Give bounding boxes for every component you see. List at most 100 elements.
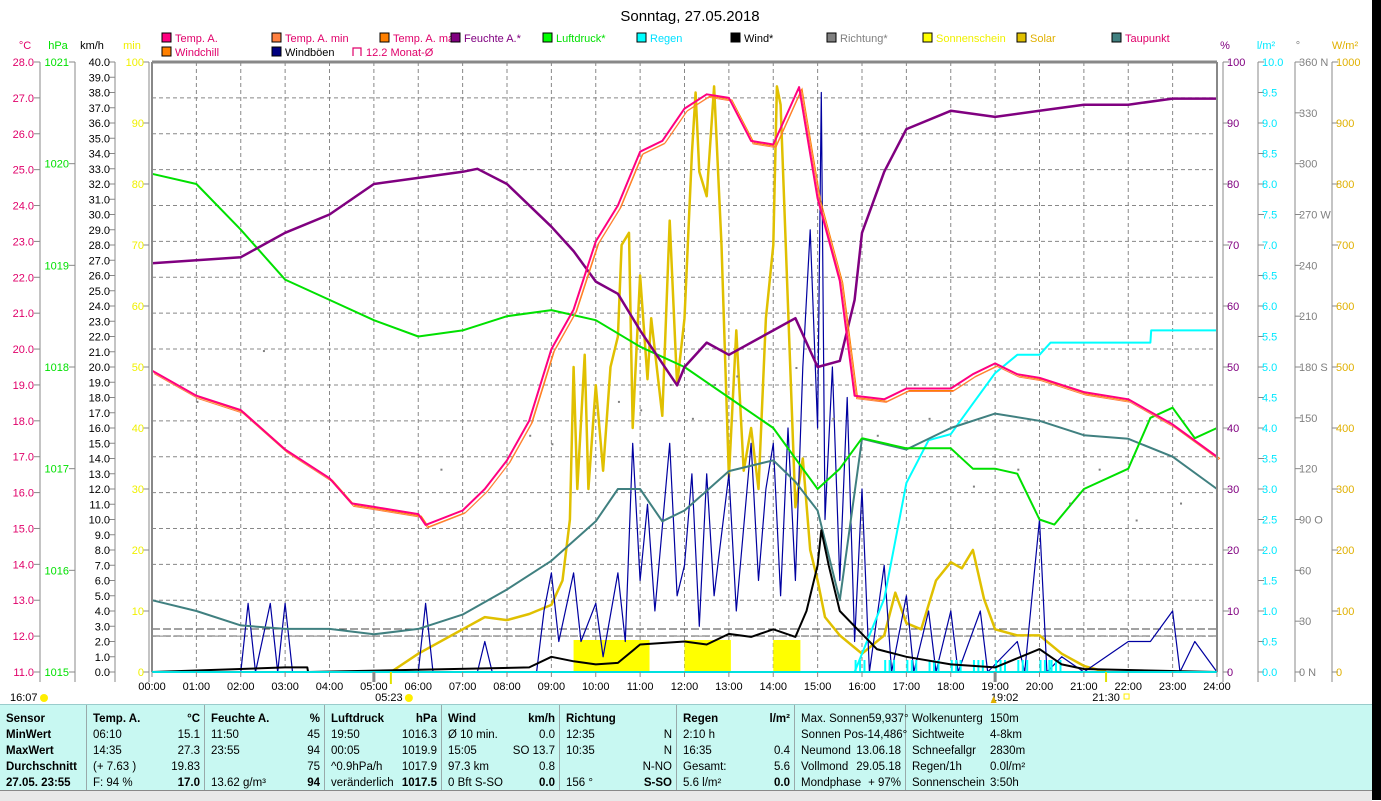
stats-row: Mondphase + 97% [801, 775, 901, 791]
axis-label-temp: 22.0 [13, 272, 34, 284]
stats-value: 1017.5 [401, 777, 437, 789]
stats-label: 00:05 [331, 745, 360, 757]
x-tick-label: 20:00 [1026, 681, 1054, 693]
legend-swatch [271, 32, 282, 43]
stats-value: SO 13.7 [512, 745, 555, 757]
rain-bar [863, 660, 866, 672]
stats-value: 19.83 [171, 761, 200, 773]
axis-unit-pressure: hPa [48, 40, 68, 52]
stats-label: 5.6 l/m² [683, 777, 722, 789]
stats-label: Vollmond [801, 761, 849, 773]
axis-label-humidity: 30 [1227, 484, 1239, 496]
axis-label-direction: 120 [1299, 464, 1317, 476]
stats-label: Regen/1h [912, 761, 962, 773]
axis-label-humidity: 80 [1227, 179, 1239, 191]
legend-label: Windböen [285, 47, 335, 59]
stats-label: 0 Bft S-SO [448, 777, 503, 789]
axis-label-wind: 13.0 [89, 469, 110, 481]
axis-label-wind: 2.0 [95, 637, 110, 649]
axis-label-wind: 32.0 [89, 179, 110, 191]
axis-label-pressure: 1016 [45, 565, 69, 577]
rain-bar [910, 660, 913, 672]
sunset-icon [1123, 693, 1130, 700]
axis-label-wind: 18.0 [89, 393, 110, 405]
direction-dot [196, 400, 199, 403]
stats-row: Neumond 13.06.18 [801, 743, 901, 759]
legend-label: Wind* [744, 33, 774, 45]
axis-label-wind: 8.0 [95, 545, 110, 557]
axis-label-solar: 500 [1336, 362, 1354, 374]
stats-label: Sensor [6, 713, 45, 725]
stats-column-humidity: Feuchte A.% 11:50 45 23:55 94 75 13.62 g/m³ 94 [205, 705, 325, 791]
stats-label: Sonnen Pos [801, 729, 864, 741]
x-tick-label: 23:00 [1159, 681, 1187, 693]
x-tick-label: 10:00 [582, 681, 610, 693]
axis-label-rain: 0.5 [1262, 637, 1277, 649]
legend-label: Solar [1030, 33, 1056, 45]
stats-row: Max. Sonnen 59,937° [801, 711, 909, 727]
axis-label-wind: 37.0 [89, 103, 110, 115]
stats-row: Temp. A. °C [93, 711, 200, 727]
rain-bar [1004, 660, 1006, 672]
stats-value: 1017.9 [401, 761, 437, 773]
stats-label: Max. Sonnen [801, 713, 869, 725]
window-edge [1372, 0, 1381, 800]
rain-bar [888, 660, 891, 672]
axis-label-rain: 4.5 [1262, 393, 1277, 405]
stats-label: Durchschnitt [6, 761, 77, 773]
stats-label: MaxWert [6, 745, 54, 757]
legend-label: Richtung* [840, 33, 888, 45]
direction-dot [617, 400, 620, 403]
axis-label-wind: 19.0 [89, 377, 110, 389]
direction-dot [736, 375, 739, 378]
stats-row: 10:35 N [566, 743, 672, 759]
stats-value: 17.0 [177, 777, 200, 789]
axis-label-pressure: 1018 [45, 362, 69, 374]
stats-value: % [309, 713, 320, 725]
legend-label: Sonnenschein [936, 33, 1006, 45]
legend-swatch [379, 32, 390, 43]
stats-label: 16:35 [683, 745, 712, 757]
stats-column-rain: Regen l/m² 2:10 h 16:35 0.4 Gesamt: 5.6 5.6 l/m… [677, 705, 795, 791]
legend-swatch [161, 46, 172, 57]
stats-label: 11:50 [211, 729, 239, 741]
axis-label-solar: 1000 [1336, 57, 1360, 69]
axis-label-solar: 0 [1336, 667, 1342, 679]
stats-row: 156 ° S-SO [566, 775, 672, 791]
axis-label-rain: 1.5 [1262, 576, 1277, 588]
axis-label-pressure: 1020 [45, 159, 69, 171]
stats-value: 2830m [990, 745, 1026, 757]
stats-row: Ø 10 min. 0.0 [448, 727, 555, 743]
stats-label: 06:10 [93, 729, 122, 741]
stats-label: Feuchte A. [211, 713, 270, 725]
axis-label-direction: 360 N [1299, 57, 1328, 69]
stats-row: Luftdruck hPa [331, 711, 437, 727]
stats-column-sun: Max. Sonnen 59,937° Sonnen Pos -14,486° Neum… [795, 705, 909, 791]
axis-label-temp: 24.0 [13, 201, 34, 213]
axis-label-temp: 21.0 [13, 308, 34, 320]
stats-row: MinWert [6, 727, 82, 743]
axis-label-wind: 38.0 [89, 88, 110, 100]
stats-label: 19:50 [331, 729, 360, 741]
stats-row: Vollmond 29.05.18 [801, 759, 901, 775]
x-tick-label: 08:00 [493, 681, 521, 693]
status-bar [0, 790, 1372, 801]
axis-label-rain: 8.0 [1262, 179, 1277, 191]
legend-label: Temp. A. min [285, 33, 349, 45]
stats-value: 0.0 [539, 729, 555, 741]
stats-row: 97.3 km 0.8 [448, 759, 555, 775]
axis-label-temp: 12.0 [13, 631, 34, 643]
stats-value: 94 [307, 745, 320, 757]
axis-label-sunmin: 100 [126, 57, 144, 69]
axis-unit-solar: W/m² [1332, 40, 1359, 52]
stats-label: 14:35 [93, 745, 122, 757]
sun-icon [404, 694, 413, 702]
axis-label-rain: 4.0 [1262, 423, 1277, 435]
axis-label-rain: 3.0 [1262, 484, 1277, 496]
series-solar [390, 85, 1107, 674]
stats-column-misc: Wolkenunterg 150m Sichtweite 4-8km Schneefal… [906, 705, 1041, 791]
stats-row: Sonnenschein 3:50h [912, 775, 1037, 791]
stats-value: °C [187, 713, 200, 725]
stats-value: 0.0l/m² [990, 761, 1026, 773]
stats-value: N [663, 729, 672, 741]
